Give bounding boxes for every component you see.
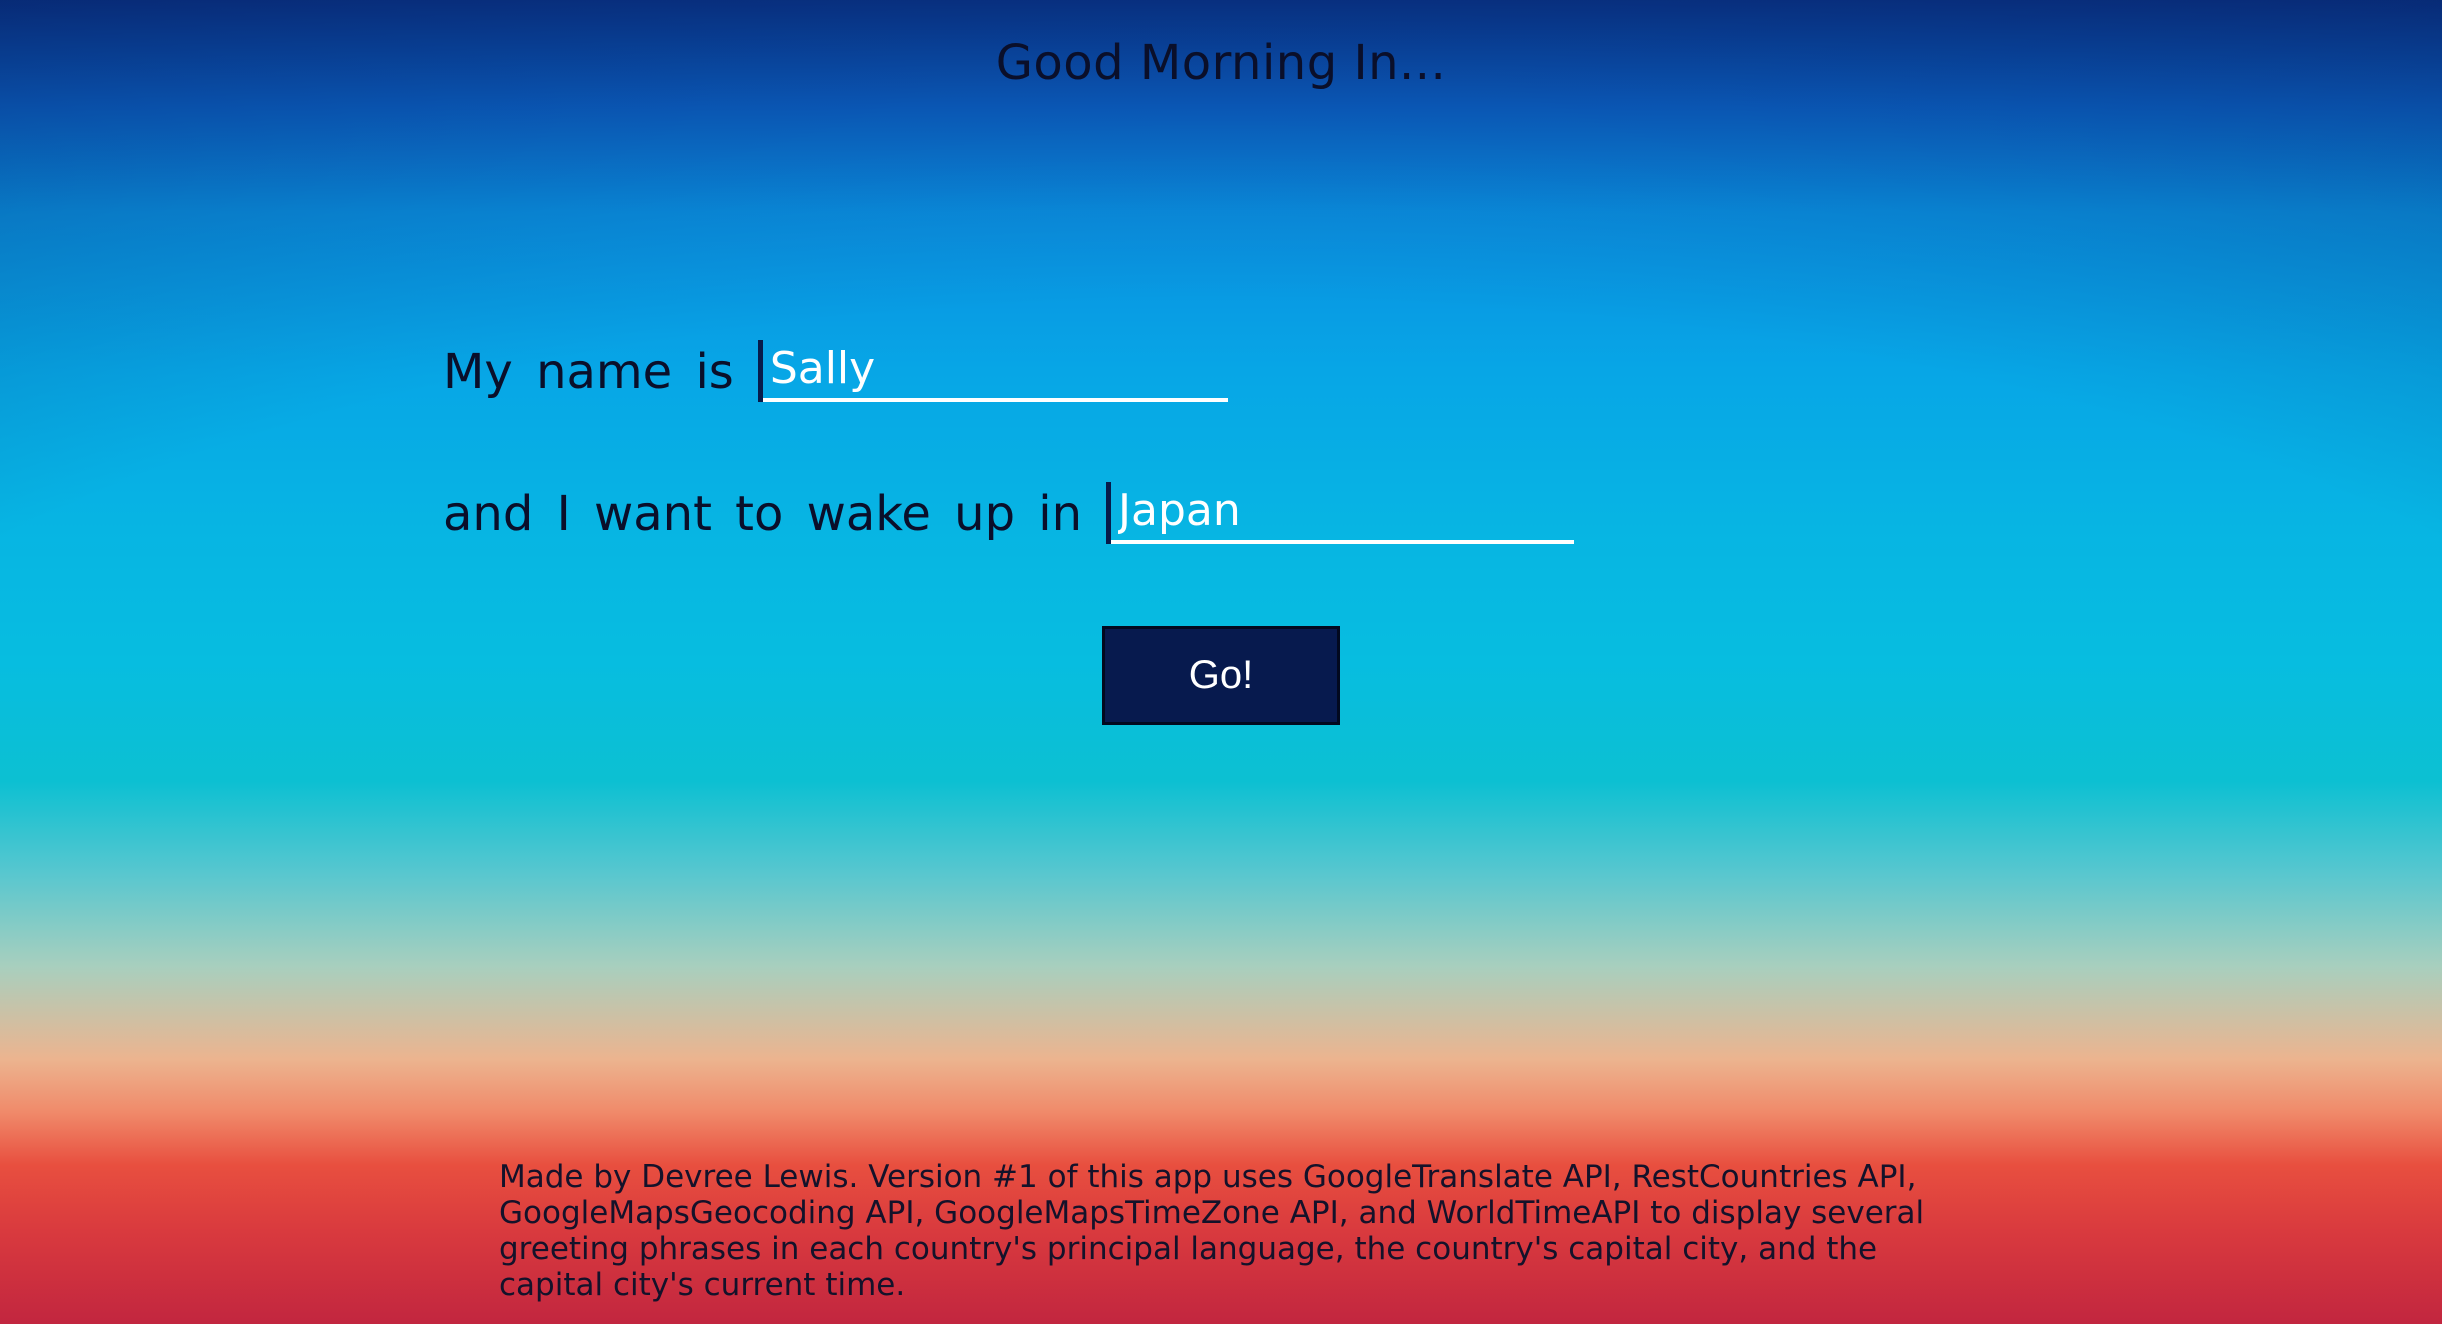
text-cursor <box>757 340 763 402</box>
country-input[interactable] <box>1118 482 1573 538</box>
name-field-wrapper[interactable] <box>757 340 1228 402</box>
country-field-wrapper[interactable] <box>1106 482 1575 544</box>
name-row: My name is <box>443 340 1228 402</box>
country-label: and I want to wake up in <box>443 486 1083 542</box>
page-title: Good Morning In... <box>995 35 1447 91</box>
go-button[interactable]: Go! <box>1102 626 1340 725</box>
name-label: My name is <box>443 344 734 400</box>
footer-credits: Made by Devree Lewis. Version #1 of this… <box>499 1159 1925 1303</box>
country-row: and I want to wake up in <box>443 482 1575 544</box>
name-input[interactable] <box>769 340 1226 396</box>
text-cursor <box>1106 482 1112 544</box>
